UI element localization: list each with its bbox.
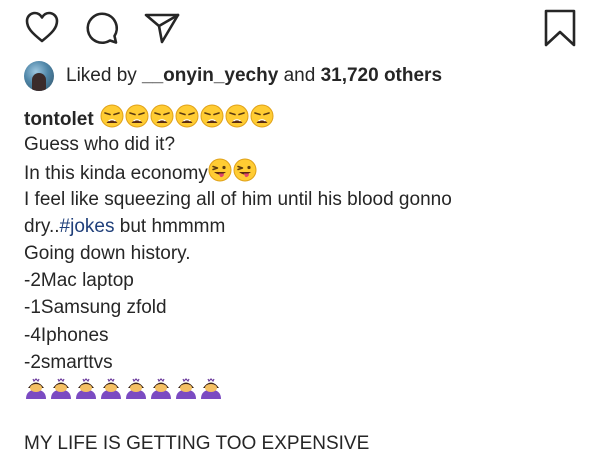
bowing-woman-icon	[74, 376, 98, 408]
bowing-woman-icon	[99, 376, 123, 408]
liked-by-user-link[interactable]: __onyin_yechy	[142, 65, 278, 86]
bowing-woman-icon	[174, 376, 198, 408]
likes-row: Liked by __onyin_yechy and 31,720 others	[24, 60, 442, 92]
caption-text: dry..	[24, 215, 60, 237]
bowing-woman-icon	[149, 376, 173, 408]
weary-face-icon	[250, 104, 274, 136]
bowing-woman-icon	[124, 376, 148, 408]
likes-count-link[interactable]: 31,720 others	[321, 65, 442, 86]
post-username[interactable]: tontolet	[24, 109, 94, 130]
caption-text: but hmmmm	[114, 215, 226, 237]
caption-text: In this kinda economy	[24, 163, 208, 185]
caption-list-item: -2Mac laptop	[24, 270, 134, 292]
comment-icon[interactable]	[84, 10, 120, 46]
caption-list-item: -1Samsung zfold	[24, 297, 167, 319]
caption-list-item: -2smarttvs	[24, 351, 113, 373]
hashtag-link[interactable]: #jokes	[60, 216, 115, 237]
bowing-woman-icon	[49, 376, 73, 408]
bowing-woman-icon	[199, 376, 223, 408]
caption-line: I feel like squeezing all of him until h…	[24, 188, 452, 210]
bookmark-icon[interactable]	[542, 8, 578, 48]
avatar[interactable]	[24, 61, 54, 91]
caption-line: dry..#jokes but hmmmm	[24, 213, 584, 240]
post-caption: tontolet Guess who did it? In this kinda…	[24, 104, 584, 457]
paper-plane-icon[interactable]	[143, 11, 181, 45]
weary-face-icon	[225, 104, 249, 136]
bowing-woman-icon	[24, 376, 48, 408]
weary-face-emoji-group	[100, 104, 275, 130]
caption-line: In this kinda economy	[24, 158, 584, 185]
weary-face-icon	[175, 104, 199, 136]
heart-icon[interactable]	[24, 10, 60, 44]
caption-line: Guess who did it?	[24, 134, 176, 156]
caption-line: Going down history.	[24, 242, 191, 264]
weary-face-icon	[200, 104, 224, 136]
likes-prefix: Liked by	[66, 65, 143, 86]
post-actions-bar	[0, 0, 600, 56]
likes-middle: and	[278, 65, 321, 86]
caption-header-line: tontolet	[24, 104, 584, 131]
caption-closing-line: MY LIFE IS GETTING TOO EXPENSIVE	[24, 433, 370, 455]
caption-list-item: -4Iphones	[24, 324, 109, 346]
likes-summary: Liked by __onyin_yechy and 31,720 others	[66, 65, 442, 87]
bowing-woman-emoji-group	[24, 376, 584, 403]
